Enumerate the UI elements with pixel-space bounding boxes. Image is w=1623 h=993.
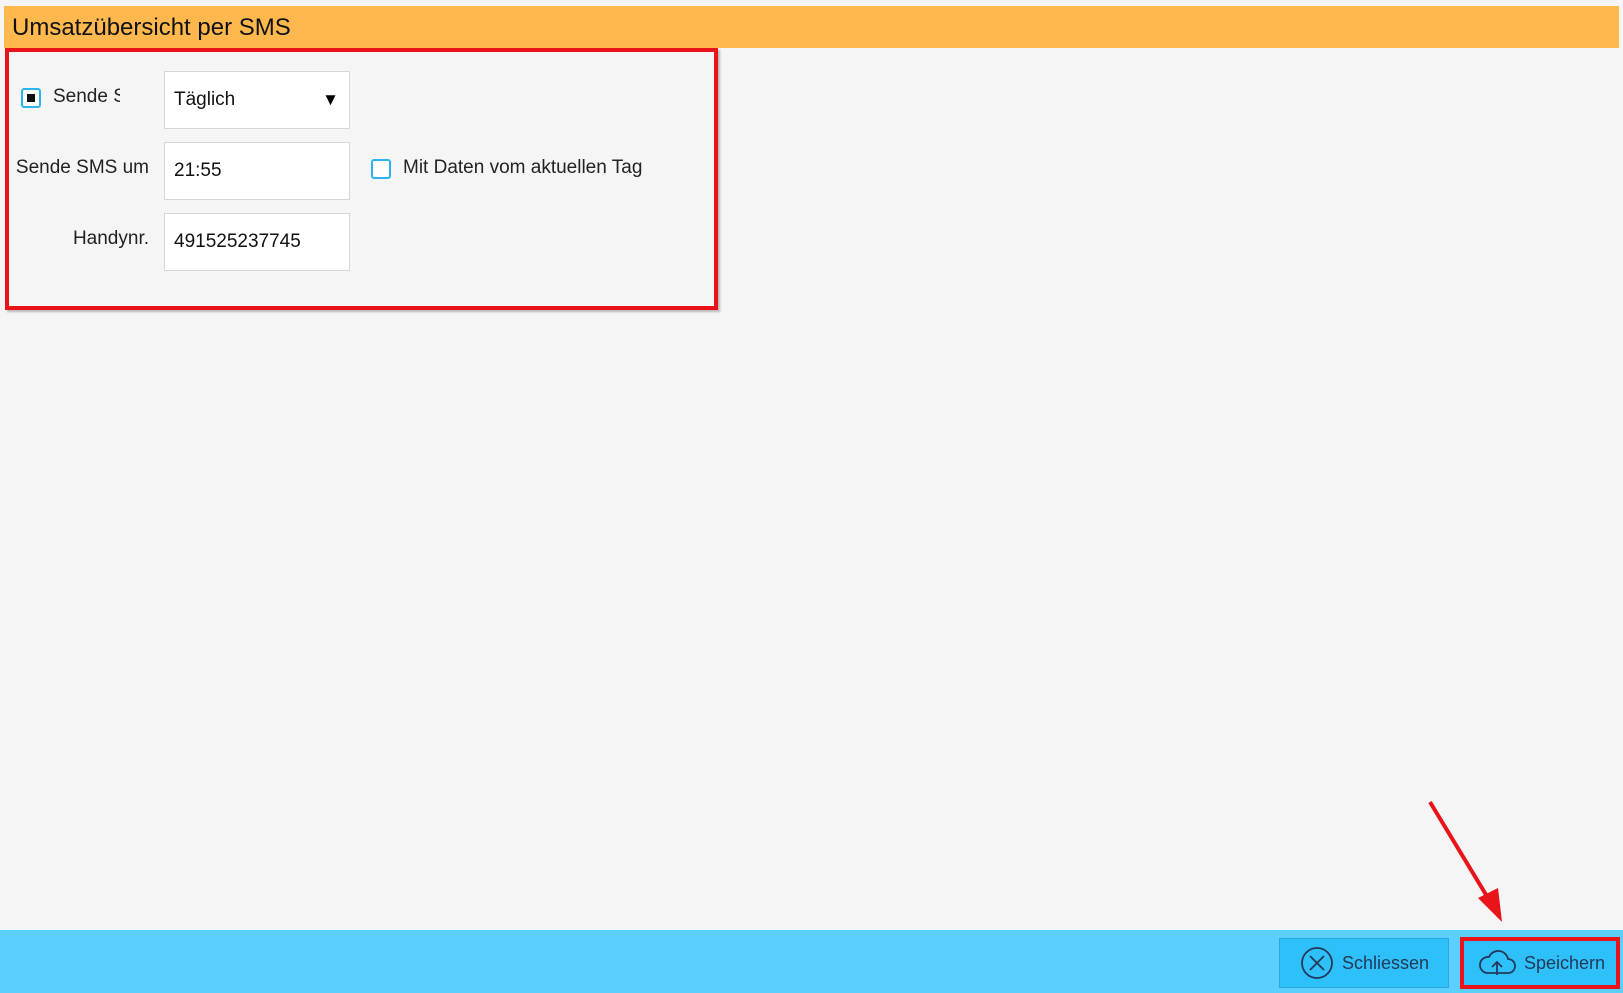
cloud-upload-icon	[1479, 950, 1516, 975]
frequency-select-value: Täglich	[174, 89, 236, 110]
footer-bar: Schliessen Speichern	[0, 930, 1623, 993]
page-title: Umsatzübersicht per SMS	[12, 14, 291, 41]
close-circle-icon	[1301, 947, 1333, 979]
current-day-label: Mit Daten vom aktuellen Tag	[403, 157, 643, 178]
title-bar: Umsatzübersicht per SMS	[4, 6, 1619, 48]
close-button-label: Schliessen	[1342, 952, 1430, 973]
save-button-label: Speichern	[1524, 952, 1606, 973]
send-time-label: Sende SMS um	[15, 157, 149, 178]
phone-input[interactable]: 491525237745	[164, 213, 350, 271]
close-button[interactable]: Schliessen	[1279, 938, 1449, 988]
frequency-select[interactable]: Täglich ▼	[164, 71, 350, 129]
current-day-checkbox[interactable]	[371, 159, 391, 179]
send-sms-checkbox[interactable]	[21, 88, 41, 108]
phone-label: Handynr.	[72, 228, 149, 249]
caret-down-icon[interactable]: ▼	[322, 72, 339, 128]
send-time-input[interactable]: 21:55	[164, 142, 350, 200]
checkbox-checked-mark	[27, 94, 35, 102]
save-button[interactable]: Speichern	[1460, 937, 1620, 989]
sms-settings-form: Sende SMS Täglich ▼ Sende SMS um 21:55 M…	[5, 48, 718, 310]
annotation-arrow-icon	[1428, 800, 1502, 922]
send-sms-label: Sende SMS	[53, 86, 120, 107]
dialog-content: Umsatzübersicht per SMS Sende SMS Täglic…	[0, 0, 1623, 930]
